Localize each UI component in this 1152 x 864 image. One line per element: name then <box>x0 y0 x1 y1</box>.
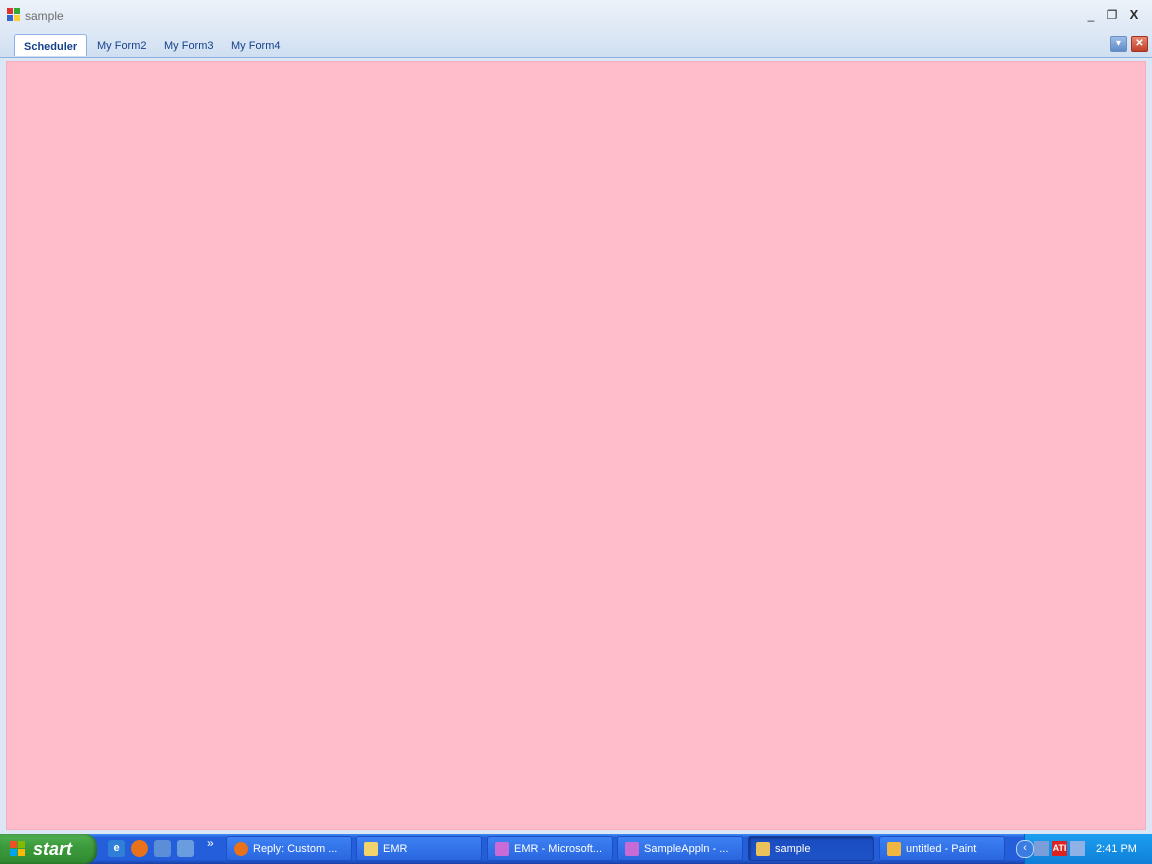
outlook-icon[interactable] <box>177 840 194 857</box>
window-title: sample <box>25 9 64 23</box>
tab-my-form3[interactable]: My Form3 <box>155 34 223 56</box>
tab-scheduler[interactable]: Scheduler <box>14 34 88 56</box>
window-title-bar[interactable]: sample _ ❐ X <box>0 0 1152 31</box>
task-emr-microsoft[interactable]: EMR - Microsoft... <box>487 836 613 861</box>
system-tray: ‹ ATI 2:41 PM <box>1016 834 1152 864</box>
internet-explorer-icon[interactable]: e <box>108 840 125 857</box>
task-label: SampleAppln - ... <box>644 843 729 855</box>
tab-my-form4[interactable]: My Form4 <box>222 34 290 56</box>
tab-strip: Scheduler My Form2 My Form3 My Form4 <box>0 31 1152 58</box>
maximize-button[interactable]: ❐ <box>1102 6 1122 24</box>
start-label: start <box>33 839 73 859</box>
close-button[interactable]: X <box>1124 6 1144 24</box>
app-window-icon <box>7 8 20 21</box>
display-icon[interactable] <box>1034 841 1049 856</box>
firefox-icon <box>234 842 248 856</box>
start-button[interactable]: start <box>0 834 97 864</box>
tab-list-dropdown-icon[interactable]: ▾ <box>1110 36 1127 52</box>
folder-icon <box>364 842 378 856</box>
task-untitled-paint[interactable]: untitled - Paint <box>879 836 1005 861</box>
network-icon[interactable] <box>1070 841 1085 856</box>
tab-close-icon[interactable]: ✕ <box>1131 36 1148 52</box>
task-label: EMR <box>383 843 408 855</box>
task-label: EMR - Microsoft... <box>514 843 603 855</box>
task-label: Reply: Custom ... <box>253 843 338 855</box>
paint-icon <box>887 842 901 856</box>
app-window-icon <box>756 842 770 856</box>
task-reply-custom[interactable]: Reply: Custom ... <box>226 836 352 861</box>
task-emr-folder[interactable]: EMR <box>356 836 482 861</box>
task-sampleappln[interactable]: SampleAppln - ... <box>617 836 743 861</box>
client-area <box>3 58 1149 832</box>
tray-expand-icon[interactable]: ‹ <box>1016 840 1034 858</box>
task-label: untitled - Paint <box>906 843 977 855</box>
tab-my-form2[interactable]: My Form2 <box>88 34 156 56</box>
visual-studio-icon <box>625 842 639 856</box>
scheduler-panel <box>6 61 1146 830</box>
firefox-icon[interactable] <box>131 840 148 857</box>
minimize-button[interactable]: _ <box>1081 6 1101 24</box>
ati-icon[interactable]: ATI <box>1052 841 1067 856</box>
task-sample[interactable]: sample <box>748 836 874 861</box>
windows-logo-icon <box>10 841 26 857</box>
taskbar: start e » Reply: Custom ... EMR EMR - Mi… <box>0 834 1152 864</box>
visual-studio-icon <box>495 842 509 856</box>
show-desktop-icon[interactable] <box>154 840 171 857</box>
task-label: sample <box>775 843 811 855</box>
clock[interactable]: 2:41 PM <box>1096 834 1137 864</box>
quick-launch-more-icon[interactable]: » <box>207 836 214 850</box>
